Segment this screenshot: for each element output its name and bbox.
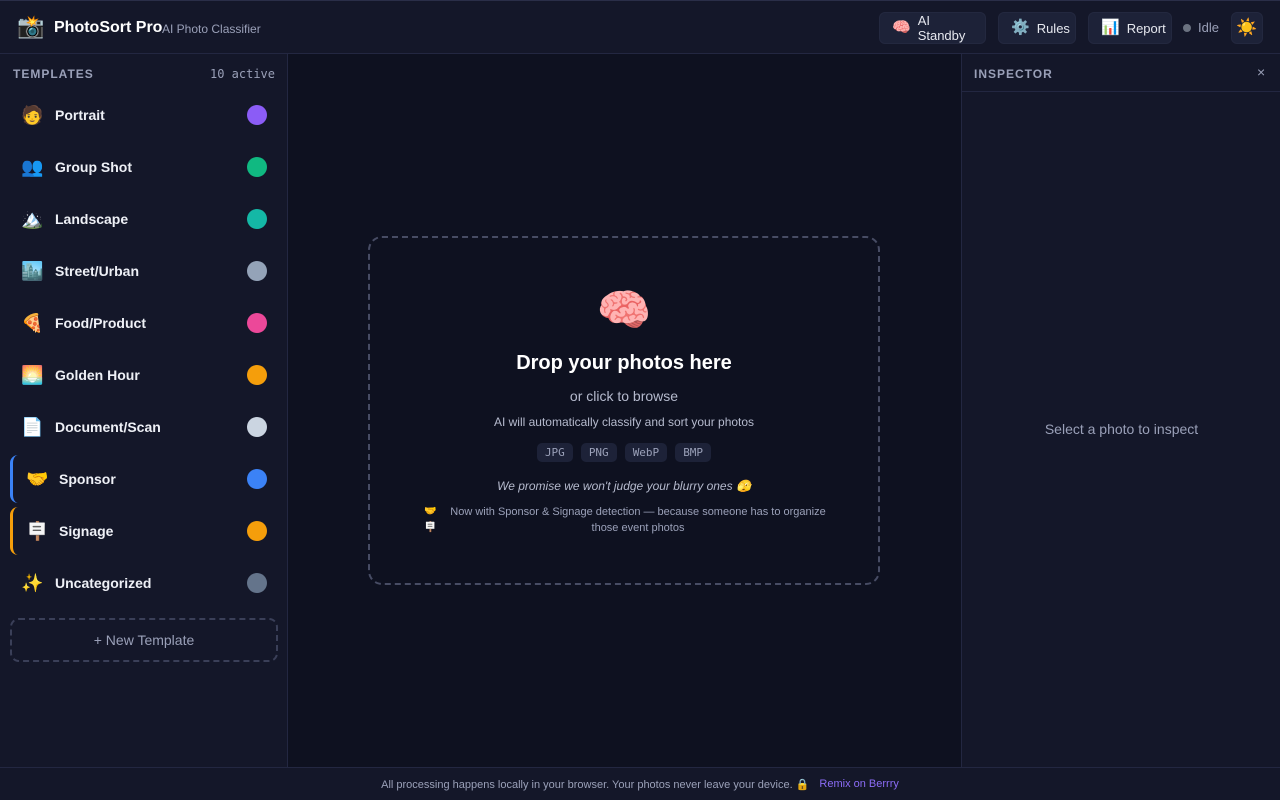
dropzone-subtitle: or click to browse: [569, 388, 679, 404]
active-count: 10 active: [209, 67, 275, 81]
ai-standby-label: AI Standby: [917, 13, 966, 43]
template-signage[interactable]: 🪧 Signage: [10, 507, 278, 555]
template-sponsor[interactable]: 🤝 Sponsor: [10, 455, 278, 503]
template-label: Document/Scan: [55, 419, 161, 435]
gear-icon: ⚙️: [1011, 19, 1030, 36]
status-dot: [1183, 23, 1191, 32]
inspector-empty-state: Select a photo to inspect: [1044, 421, 1199, 437]
note-text: Now with Sponsor & Signage detection — b…: [450, 506, 826, 534]
brain-icon: 🧠: [892, 19, 911, 36]
note-icons: 🤝 🪧: [424, 504, 440, 536]
format-badge: BMP: [675, 443, 712, 462]
template-label: Uncategorized: [55, 575, 152, 591]
format-badge: PNG: [580, 443, 617, 462]
pizza-icon: 🍕: [21, 313, 44, 333]
format-badges: JPG PNG WebP BMP: [370, 443, 878, 462]
dropzone-note: 🤝 🪧 Now with Sponsor & Signage detection…: [424, 504, 828, 536]
dropzone-description: AI will automatically classify and sort …: [493, 415, 755, 429]
person-icon: 🧑: [21, 105, 44, 125]
template-label: Sponsor: [59, 471, 116, 487]
template-street-urban[interactable]: 🏙️ Street/Urban: [10, 247, 278, 295]
format-badge: WebP: [624, 443, 668, 462]
format-badge: JPG: [536, 443, 573, 462]
template-label: Signage: [59, 523, 114, 539]
sunrise-icon: 🌅: [21, 365, 44, 385]
theme-toggle-button[interactable]: ☀️: [1231, 12, 1263, 44]
template-color-dot[interactable]: [247, 157, 267, 177]
template-color-dot[interactable]: [247, 365, 267, 385]
dropzone-promise: We promise we won't judge your blurry on…: [497, 479, 751, 493]
remix-link[interactable]: Remix on Berrry: [819, 778, 898, 790]
footer: All processing happens locally in your b…: [0, 767, 1280, 800]
document-icon: 📄: [21, 417, 44, 437]
template-label: Portrait: [55, 107, 105, 123]
report-label: Report: [1126, 20, 1166, 36]
template-label: Landscape: [55, 211, 129, 227]
templates-sidebar: TEMPLATES 10 active 🧑 Portrait 👥 Group S…: [0, 54, 288, 767]
template-label: Group Shot: [55, 159, 132, 175]
brain-icon: 🧠: [596, 286, 652, 335]
close-icon[interactable]: ×: [1257, 64, 1265, 80]
inspector-title: INSPECTOR: [974, 67, 1053, 81]
template-golden-hour[interactable]: 🌅 Golden Hour: [10, 351, 278, 399]
photo-dropzone[interactable]: 🧠 Drop your photos here or click to brow…: [368, 236, 880, 585]
app-header: 📸 PhotoSort Pro AI Photo Classifier 🧠 AI…: [0, 0, 1280, 54]
handshake-icon: 🤝: [26, 469, 49, 489]
template-group-shot[interactable]: 👥 Group Shot: [10, 143, 278, 191]
placard-icon: 🪧: [26, 521, 49, 541]
status-text: Idle: [1198, 20, 1219, 35]
template-color-dot[interactable]: [247, 209, 267, 229]
sparkles-icon: ✨: [21, 573, 44, 593]
template-color-dot[interactable]: [247, 261, 267, 281]
sun-icon: ☀️: [1236, 18, 1258, 37]
app-subtitle: AI Photo Classifier: [162, 22, 261, 36]
inspector-header: INSPECTOR ×: [962, 54, 1280, 92]
dropzone-title: Drop your photos here: [516, 352, 732, 374]
bar-chart-icon: 📊: [1101, 19, 1120, 36]
new-template-button[interactable]: + New Template: [10, 618, 278, 662]
template-document-scan[interactable]: 📄 Document/Scan: [10, 403, 278, 451]
footer-text: All processing happens locally in your b…: [381, 778, 810, 791]
rules-label: Rules: [1036, 20, 1070, 36]
template-color-dot[interactable]: [247, 521, 267, 541]
sidebar-header: TEMPLATES 10 active: [13, 67, 275, 81]
camera-icon: 📸: [17, 14, 45, 39]
report-button[interactable]: 📊 Report: [1088, 12, 1172, 44]
template-label: Food/Product: [55, 315, 146, 331]
template-food-product[interactable]: 🍕 Food/Product: [10, 299, 278, 347]
city-icon: 🏙️: [21, 261, 44, 281]
mountain-icon: 🏔️: [21, 209, 44, 229]
template-color-dot[interactable]: [247, 417, 267, 437]
ai-standby-button[interactable]: 🧠 AI Standby: [879, 12, 986, 44]
app-name: PhotoSort Pro: [54, 19, 163, 36]
template-landscape[interactable]: 🏔️ Landscape: [10, 195, 278, 243]
template-color-dot[interactable]: [247, 313, 267, 333]
template-uncategorized[interactable]: ✨ Uncategorized: [10, 559, 278, 607]
sidebar-title: TEMPLATES: [13, 67, 94, 81]
template-label: Golden Hour: [55, 367, 140, 383]
template-color-dot[interactable]: [247, 105, 267, 125]
group-icon: 👥: [21, 157, 44, 177]
template-label: Street/Urban: [55, 263, 140, 279]
status-indicator: Idle: [1183, 20, 1219, 35]
template-color-dot[interactable]: [247, 469, 267, 489]
rules-button[interactable]: ⚙️ Rules: [998, 12, 1076, 44]
main-area: 🧠 Drop your photos here or click to brow…: [288, 54, 961, 767]
inspector-panel: INSPECTOR × Select a photo to inspect: [961, 54, 1280, 767]
placard-icon: 🪧: [424, 522, 437, 533]
template-portrait[interactable]: 🧑 Portrait: [10, 91, 278, 139]
handshake-icon: 🤝: [424, 506, 437, 517]
template-color-dot[interactable]: [247, 573, 267, 593]
